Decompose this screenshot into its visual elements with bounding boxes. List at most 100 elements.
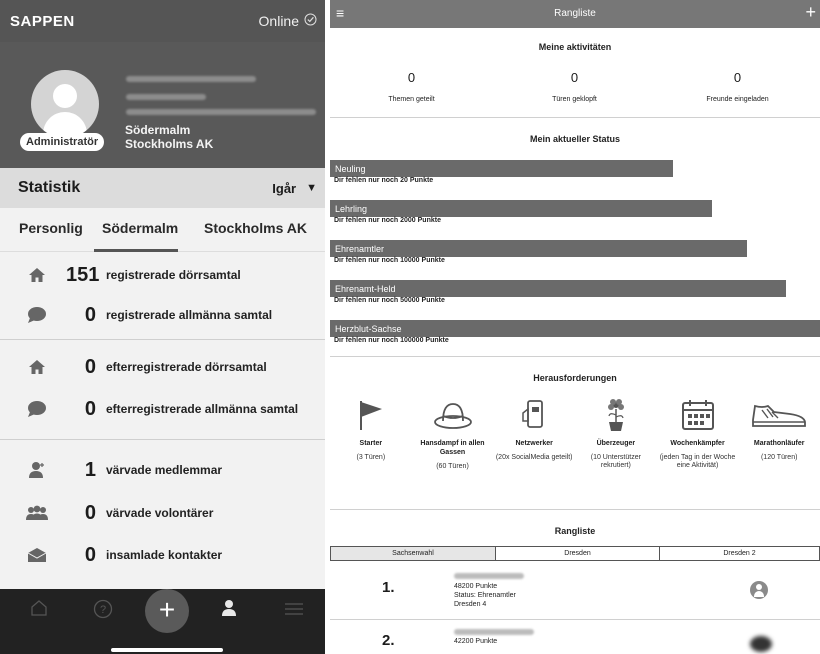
challenges-title: Herausforderungen [533, 373, 617, 383]
stat-value: 0 [84, 501, 96, 524]
house-icon [0, 359, 74, 375]
tab-dresden-2[interactable]: Dresden 2 [660, 547, 819, 560]
ranking-row[interactable]: 2. 42200 Punkte [330, 624, 820, 654]
stat-value: 0 [84, 303, 96, 326]
hat-icon [412, 397, 494, 433]
period-select[interactable]: Igår [272, 181, 296, 196]
level-item: Ehrenamt-Held Dir fehlen nur noch 50000 … [330, 280, 820, 312]
profile-icon[interactable] [221, 599, 237, 622]
app-name: SAPPEN [10, 12, 75, 30]
challenge-hansdampf[interactable]: Hansdampf in allen Gassen (60 Türen) [412, 397, 494, 471]
flower-icon [575, 397, 657, 433]
activity-doors: 0 Türen geklopft [493, 70, 656, 103]
challenge-name: Überzeuger [596, 440, 636, 447]
list-item: 0 efterregistrerade allmänna samtal [0, 388, 325, 430]
app-header: SAPPEN Online [0, 0, 325, 42]
stats-group-recruited: 1 värvade medlemmar 0 värvade volontärer… [0, 440, 325, 580]
add-icon[interactable]: + [805, 2, 816, 23]
caret-down-icon[interactable]: ▼ [306, 182, 317, 194]
flag-icon [330, 397, 412, 433]
ranking-tabs: Sachsenwahl Dresden Dresden 2 [330, 546, 820, 561]
org-local: Södermalm [125, 123, 191, 137]
list-item: 0 värvade volontärer [0, 492, 325, 534]
activity-label: Türen geklopft [552, 96, 597, 103]
phone-share-icon [493, 397, 575, 433]
challenge-name: Marathonläufer [753, 440, 805, 447]
activity-value: 0 [733, 70, 742, 85]
activity-friends: 0 Freunde eingeladen [656, 70, 819, 103]
mobile-app-screen: SAPPEN Online Administratör Södermalm St… [0, 0, 325, 654]
redacted-name [454, 629, 534, 635]
challenge-desc: (60 Türen) [436, 463, 469, 470]
top-bar: ≡ Rangliste + [330, 0, 820, 28]
person-add-icon [0, 461, 74, 479]
ranking-title: Rangliste [554, 526, 596, 536]
challenge-marathonlaufer[interactable]: Marathonläufer (120 Türen) [738, 397, 820, 471]
ranking-row[interactable]: 1. 48200 Punkte Status: Ehrenamtler Dres… [330, 569, 820, 619]
scope-tabs: Personlig Södermalm Stockholms AK [0, 208, 325, 252]
add-button[interactable]: + [145, 589, 189, 633]
home-icon[interactable] [30, 599, 48, 622]
challenge-desc: (3 Türen) [356, 454, 386, 461]
web-app-screen: ≡ Rangliste + Meine aktivitäten 0 Themen… [330, 0, 820, 654]
level-item: Herzblut-Sachse Dir fehlen nur noch 1000… [330, 320, 820, 352]
level-hint: Dir fehlen nur noch 2000 Punkte [334, 217, 441, 224]
activity-label: Freunde eingeladen [706, 96, 769, 103]
org-region: Stockholms AK [125, 137, 214, 151]
challenges-section: Herausforderungen Starter (3 Türen) Hans… [330, 357, 820, 471]
rank-team: Dresden 4 [454, 601, 487, 608]
home-indicator [111, 648, 223, 652]
level-bar: Neuling [330, 160, 673, 177]
status-section: Mein aktueller Status Neuling Dir fehlen… [330, 118, 820, 352]
challenge-name: Wochenkämpfer [670, 440, 725, 447]
challenge-desc: (120 Türen) [760, 454, 798, 461]
stats-group-registered: 151 registrerade dörrsamtal 0 registrera… [0, 252, 325, 340]
tab-stockholms-ak[interactable]: Stockholms AK [190, 208, 307, 251]
level-item: Ehrenamtler Dir fehlen nur noch 10000 Pu… [330, 240, 820, 272]
ranking-section: Rangliste Sachsenwahl Dresden Dresden 2 … [330, 526, 820, 654]
menu-icon[interactable] [285, 600, 303, 621]
tab-personlig[interactable]: Personlig [0, 208, 86, 251]
stat-label: värvade medlemmar [106, 463, 223, 477]
rank-points: 42200 Punkte [454, 638, 498, 645]
tab-sodermalm[interactable]: Södermalm [86, 208, 190, 252]
stats-group-late-registered: 0 efterregistrerade dörrsamtal 0 efterre… [0, 340, 325, 440]
list-item: 151 registrerade dörrsamtal [0, 256, 325, 294]
stat-label: värvade volontärer [106, 506, 214, 520]
list-item: 0 efterregistrerade dörrsamtal [0, 346, 325, 388]
avatar [750, 581, 768, 599]
challenge-wochenkampfer[interactable]: Wochenkämpfer (jeden Tag in der Woche ei… [657, 397, 739, 471]
rank-number: 1. [382, 579, 395, 596]
stat-value: 0 [84, 543, 96, 566]
challenge-netzwerker[interactable]: Netzwerker (20x SocialMedia geteilt) [493, 397, 575, 471]
challenge-desc: (10 Unterstützer rekrutiert) [590, 454, 641, 469]
activity-label: Themen geteilt [388, 96, 435, 103]
level-bar: Ehrenamtler [330, 240, 747, 257]
envelope-icon [0, 547, 74, 563]
tab-sachsenwahl[interactable]: Sachsenwahl [331, 547, 496, 560]
rank-number: 2. [382, 632, 395, 649]
challenge-uberzeuger[interactable]: Überzeuger (10 Unterstützer rekrutiert) [575, 397, 657, 471]
challenge-desc: (jeden Tag in der Woche eine Aktivität) [659, 454, 736, 469]
level-bar: Herzblut-Sachse [330, 320, 820, 337]
bottom-nav: ? + [0, 589, 325, 654]
challenge-desc: (20x SocialMedia geteilt) [495, 454, 573, 461]
activities-section: Meine aktivitäten 0 Themen geteilt 0 Tür… [330, 28, 820, 103]
house-icon [0, 267, 74, 283]
redacted-email [126, 109, 316, 115]
redacted-name [454, 573, 524, 579]
role-badge: Administratör [20, 133, 105, 151]
group-icon [0, 505, 74, 521]
challenge-starter[interactable]: Starter (3 Türen) [330, 397, 412, 471]
activities-title: Meine aktivitäten [538, 42, 612, 52]
avatar[interactable] [31, 70, 99, 138]
level-hint: Dir fehlen nur noch 10000 Punkte [334, 257, 445, 264]
level-bar: Lehrling [330, 200, 713, 217]
activity-value: 0 [570, 70, 579, 85]
calendar-icon [657, 397, 739, 433]
tab-dresden[interactable]: Dresden [496, 547, 660, 560]
help-icon[interactable]: ? [93, 599, 113, 624]
list-item: 1 värvade medlemmar [0, 448, 325, 492]
level-item: Neuling Dir fehlen nur noch 20 Punkte [330, 160, 820, 192]
list-item: 0 insamlade kontakter [0, 534, 325, 576]
